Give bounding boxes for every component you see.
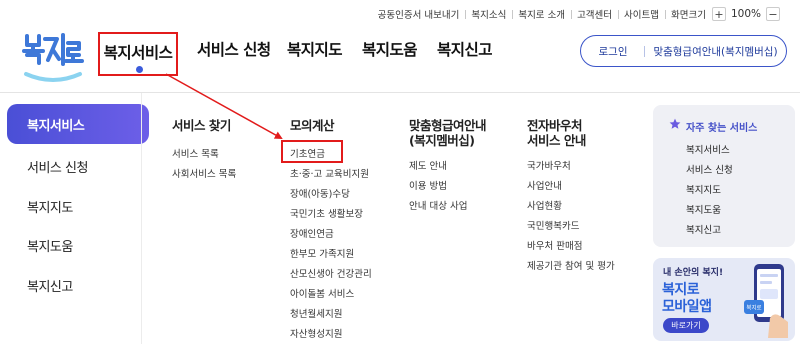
zoom-value: 100% bbox=[730, 8, 761, 20]
util-link-sitemap[interactable]: 사이트맵 bbox=[618, 7, 665, 21]
nav-service-apply[interactable]: 서비스 신청 bbox=[197, 38, 271, 60]
active-indicator-dot bbox=[136, 66, 143, 73]
util-link-cert-export[interactable]: 공동인증서 내보내기 bbox=[372, 7, 466, 21]
col-customized-benefit-title-line1: 맞춤형급여안내 bbox=[409, 118, 487, 133]
link-service-list[interactable]: 서비스 목록 bbox=[172, 146, 219, 160]
fav-link-service-apply[interactable]: 서비스 신청 bbox=[686, 162, 733, 176]
fav-link-welfare-services[interactable]: 복지서비스 bbox=[686, 142, 730, 156]
customized-benefit-button[interactable]: 맞춤형급여안내(복지멤버십) bbox=[645, 44, 786, 59]
link-national-voucher[interactable]: 국가바우처 bbox=[527, 158, 571, 172]
col-e-voucher-title[interactable]: 전자바우처 서비스 안내 bbox=[527, 118, 586, 148]
utility-bar: 공동인증서 내보내기 복지소식 복지로 소개 고객센터 사이트맵 화면크기 + … bbox=[372, 6, 782, 22]
link-maternal-newborn-care[interactable]: 산모신생아 건강관리 bbox=[290, 266, 372, 280]
link-program-info[interactable]: 사업안내 bbox=[527, 178, 562, 192]
link-asset-building-support[interactable]: 자산형성지원 bbox=[290, 326, 342, 340]
nav-welfare-help[interactable]: 복지도움 bbox=[362, 38, 418, 60]
link-system-guide[interactable]: 제도 안내 bbox=[409, 158, 447, 172]
link-youth-rent-support[interactable]: 청년월세지원 bbox=[290, 306, 342, 320]
link-voucher-store[interactable]: 바우처 판매점 bbox=[527, 238, 582, 252]
side-menu-welfare-report[interactable]: 복지신고 bbox=[27, 276, 73, 295]
link-happiness-card[interactable]: 국민행복카드 bbox=[527, 218, 579, 232]
link-single-parent-support[interactable]: 한부모 가족지원 bbox=[290, 246, 354, 260]
side-menu-welfare-map[interactable]: 복지지도 bbox=[27, 197, 73, 216]
account-pill: 로그인 맞춤형급여안내(복지멤버십) bbox=[580, 35, 787, 67]
header-divider bbox=[0, 92, 800, 93]
zoom-out-button[interactable]: − bbox=[766, 7, 780, 21]
phone-app-label: 복지로 bbox=[746, 304, 761, 312]
link-child-care-service[interactable]: 아이돌봄 서비스 bbox=[290, 286, 354, 300]
col-mock-calc-title[interactable]: 모의계산 bbox=[290, 118, 335, 133]
nav-welfare-map[interactable]: 복지지도 bbox=[287, 38, 343, 60]
zoom-in-button[interactable]: + bbox=[711, 7, 726, 21]
col-e-voucher-title-line1: 전자바우처 bbox=[527, 118, 583, 133]
link-disability-pension[interactable]: 장애인연금 bbox=[290, 226, 334, 240]
banner-small-text: 내 손안의 복지! bbox=[663, 268, 724, 278]
util-link-customer-center[interactable]: 고객센터 bbox=[571, 7, 618, 21]
side-menu-service-apply[interactable]: 서비스 신청 bbox=[27, 157, 88, 176]
logo-mark bbox=[22, 33, 84, 82]
phone-illustration-icon: 복지로 bbox=[744, 264, 788, 338]
col-e-voucher-title-line2: 서비스 안내 bbox=[527, 133, 586, 148]
link-eligible-programs[interactable]: 안내 대상 사업 bbox=[409, 198, 467, 212]
link-provider-evaluation[interactable]: 제공기관 참여 및 평가 bbox=[527, 258, 615, 272]
zoom-label: 화면크기 bbox=[665, 7, 710, 21]
side-menu-welfare-help[interactable]: 복지도움 bbox=[27, 236, 73, 255]
util-link-news[interactable]: 복지소식 bbox=[465, 7, 512, 21]
star-icon bbox=[669, 118, 681, 129]
link-how-to-use[interactable]: 이용 방법 bbox=[409, 178, 447, 192]
link-disabled-child-allowance[interactable]: 장애(아동)수당 bbox=[290, 186, 350, 200]
col-customized-benefit-title[interactable]: 맞춤형급여안내 (복지멤버십) bbox=[409, 118, 487, 148]
col-customized-benefit-title-line2: (복지멤버십) bbox=[409, 133, 475, 148]
side-menu-welfare-services[interactable]: 복지서비스 bbox=[7, 104, 149, 144]
side-divider bbox=[141, 93, 142, 344]
link-program-status[interactable]: 사업현황 bbox=[527, 198, 562, 212]
util-link-about[interactable]: 복지로 소개 bbox=[512, 7, 571, 21]
fav-link-welfare-map[interactable]: 복지지도 bbox=[686, 182, 721, 196]
banner-go-button[interactable]: 바로가기 bbox=[663, 318, 709, 333]
fav-link-welfare-report[interactable]: 복지신고 bbox=[686, 222, 721, 236]
fav-link-welfare-help[interactable]: 복지도움 bbox=[686, 202, 721, 216]
login-button[interactable]: 로그인 bbox=[581, 44, 645, 59]
nav-welfare-report[interactable]: 복지신고 bbox=[437, 38, 493, 60]
col-find-services-title[interactable]: 서비스 찾기 bbox=[172, 118, 231, 133]
nav-welfare-services-label: 복지서비스 bbox=[103, 44, 173, 62]
favorites-title: 자주 찾는 서비스 bbox=[686, 123, 758, 134]
highlight-box-basic-pension bbox=[281, 140, 343, 163]
site-logo[interactable] bbox=[22, 30, 84, 86]
link-basic-livelihood[interactable]: 국민기초 생활보장 bbox=[290, 206, 363, 220]
link-social-service-list[interactable]: 사회서비스 목록 bbox=[172, 166, 236, 180]
banner-title-line2: 모바일앱 bbox=[662, 299, 712, 315]
link-education-support[interactable]: 초·중·고 교육비지원 bbox=[290, 166, 369, 180]
nav-welfare-services[interactable]: 복지서비스 bbox=[98, 32, 178, 76]
